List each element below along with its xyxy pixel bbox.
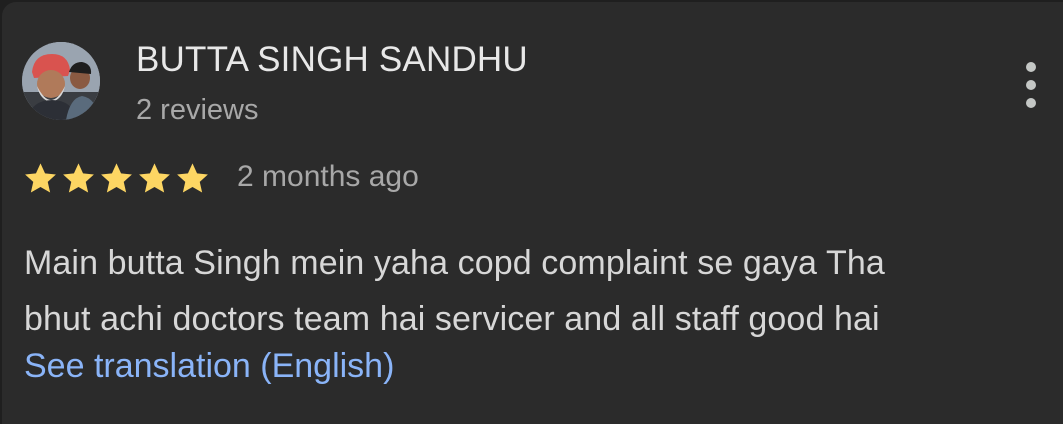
star-icon (139, 162, 170, 193)
more-options-button[interactable] (1014, 58, 1048, 112)
review-count: 2 reviews (136, 94, 259, 126)
more-vert-icon-dot-3 (1026, 98, 1036, 108)
reviewer-name[interactable]: BUTTA SINGH SANDHU (136, 40, 528, 80)
more-vert-icon (1026, 62, 1036, 72)
reviewer-avatar[interactable] (22, 42, 100, 120)
star-icon (25, 162, 56, 193)
review-time: 2 months ago (237, 160, 419, 193)
review-text-line: Main butta Singh mein yaha copd complain… (24, 244, 885, 282)
more-vert-icon-dot-2 (1026, 80, 1036, 90)
avatar-photo (22, 42, 100, 120)
star-rating (22, 158, 212, 198)
star-icon (63, 162, 94, 193)
review-card: BUTTA SINGH SANDHU 2 reviews 2 months ag… (2, 2, 1063, 424)
review-text: Main butta Singh mein yaha copd complain… (24, 235, 1044, 347)
star-icon (101, 162, 132, 193)
see-translation-link[interactable]: See translation (English) (24, 347, 394, 386)
review-text-line: bhut achi doctors team hai servicer and … (24, 300, 880, 338)
star-icon (177, 162, 208, 193)
